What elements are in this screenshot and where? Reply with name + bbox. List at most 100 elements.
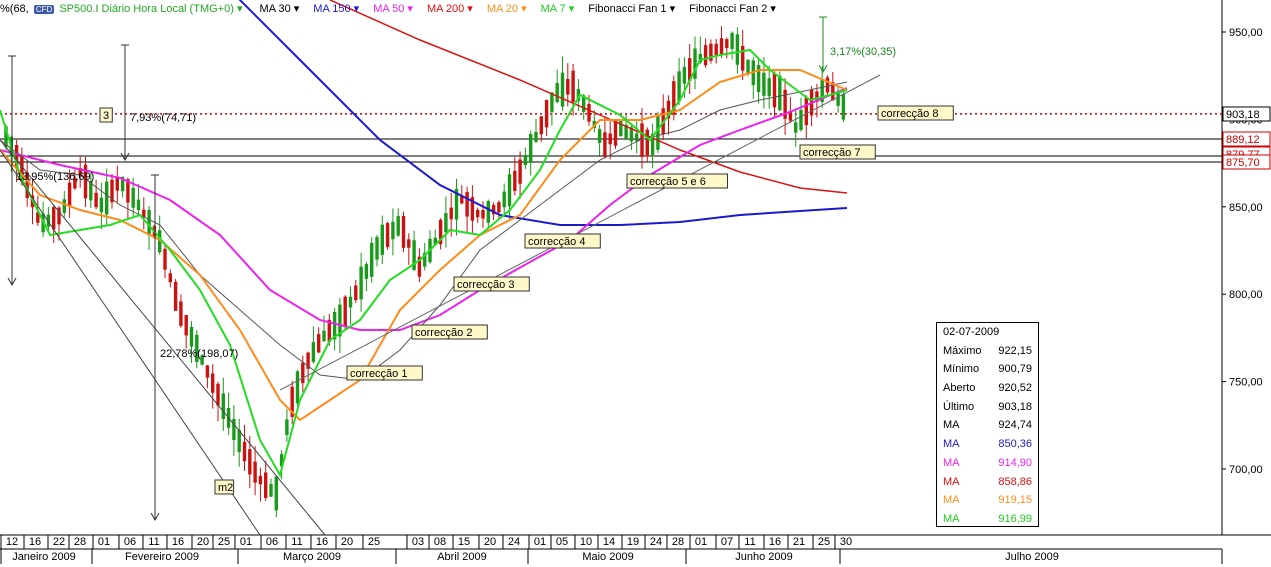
candle-body xyxy=(242,441,247,462)
toolbar-prefix: %(68, xyxy=(0,3,29,15)
candle-body xyxy=(184,315,188,336)
annotation-label: correcção 1 xyxy=(350,368,407,380)
candle-body xyxy=(677,71,681,102)
candle-body xyxy=(94,192,98,208)
candle-body xyxy=(322,330,326,342)
candle-body xyxy=(396,216,400,236)
candle-body xyxy=(741,45,745,71)
month-label: Julho 2009 xyxy=(1005,551,1059,563)
indicator-ma-200[interactable]: MA 200 ▾ xyxy=(427,2,473,15)
candle-body xyxy=(534,131,538,142)
candle-body xyxy=(216,383,220,406)
indicator-ma-50[interactable]: MA 50 ▾ xyxy=(373,2,413,15)
info-label: Último xyxy=(943,400,975,413)
info-label: MA xyxy=(943,475,960,488)
annotation-label: correcção 8 xyxy=(881,108,938,120)
indicator-ma-20[interactable]: MA 20 ▾ xyxy=(487,2,527,15)
candle-body xyxy=(449,207,453,220)
date-tick-label: 28 xyxy=(74,536,86,548)
date-tick-label: 16 xyxy=(172,536,184,548)
candle-body xyxy=(391,221,395,240)
info-value: 924,74 xyxy=(998,419,1032,432)
date-tick-label: 16 xyxy=(769,536,781,548)
info-value: 900,79 xyxy=(998,363,1032,376)
candle-body xyxy=(407,239,411,248)
info-value: 919,15 xyxy=(998,494,1032,507)
info-row: Último 903,18 xyxy=(937,398,1038,417)
date-tick-label: 25 xyxy=(368,536,380,548)
info-label: Mínimo xyxy=(943,363,980,376)
info-value: 922,15 xyxy=(998,344,1032,357)
candle-body xyxy=(131,188,135,208)
date-tick-label: 19 xyxy=(627,536,639,548)
candle-body xyxy=(613,120,618,146)
candle-body xyxy=(444,213,448,233)
indicator-ma-7[interactable]: MA 7 ▾ xyxy=(541,2,575,15)
y-tick-label: 750,00 xyxy=(1229,377,1263,389)
date-tick-label: 10 xyxy=(580,536,592,548)
candle-body xyxy=(269,484,273,497)
y-tick-label: 700,00 xyxy=(1229,464,1263,476)
candle-body xyxy=(173,281,178,311)
cfd-logo: CFD xyxy=(33,5,55,14)
fib-fan-line-2 xyxy=(0,149,261,536)
date-tick-label: 11 xyxy=(744,536,755,548)
candle-body xyxy=(529,134,533,163)
candle-body xyxy=(730,32,734,49)
month-label: Fevereiro 2009 xyxy=(125,551,199,563)
candle-body xyxy=(348,296,353,308)
candle-body xyxy=(221,393,225,420)
candle-body xyxy=(799,109,803,131)
dropdown-arrow-icon: ▾ xyxy=(236,3,243,15)
candle-body xyxy=(295,371,300,404)
info-label: Máximo xyxy=(943,344,982,357)
annotation-text: 13,95%(136,69) xyxy=(16,171,94,183)
candle-body xyxy=(237,429,241,453)
info-row: MA 916,99 xyxy=(937,510,1038,529)
date-tick-label: 20 xyxy=(197,536,209,548)
indicator-list: MA 30 ▾ MA 150 ▾ MA 50 ▾ MA 200 ▾ MA 20 ▾ MA … xyxy=(260,2,790,15)
info-row: Mínimo 900,79 xyxy=(937,360,1038,379)
candle-body xyxy=(99,197,104,213)
date-tick-label: 06 xyxy=(124,536,136,548)
candle-body xyxy=(544,100,549,128)
candle-body xyxy=(189,326,194,347)
candle-body xyxy=(587,104,591,122)
date-tick-label: 07 xyxy=(721,536,733,548)
candle-body xyxy=(735,34,740,65)
candle-body xyxy=(211,373,215,393)
indicator-fibonacci-fan-2[interactable]: Fibonacci Fan 2 ▾ xyxy=(689,2,776,15)
month-label: Março 2009 xyxy=(283,551,341,563)
candle-body xyxy=(364,264,369,279)
info-row: MA 919,15 xyxy=(937,491,1038,510)
month-label: Abril 2009 xyxy=(437,551,487,563)
month-label: Maio 2009 xyxy=(582,551,633,563)
candle-body xyxy=(401,216,406,248)
fib-fan-line-1 xyxy=(0,139,326,536)
candle-body xyxy=(725,39,729,49)
candle-body xyxy=(603,132,607,157)
indicator-ma-150[interactable]: MA 150 ▾ xyxy=(313,2,359,15)
annotation-label: correcção 4 xyxy=(528,236,585,248)
candle-body xyxy=(804,97,808,126)
date-tick-label: 16 xyxy=(29,536,41,548)
candle-body xyxy=(597,129,602,143)
candle-body xyxy=(258,475,263,485)
date-tick-label: 01 xyxy=(98,536,110,548)
candle-body xyxy=(354,285,358,301)
indicator-ma-30[interactable]: MA 30 ▾ xyxy=(260,2,300,15)
candlestick-chart[interactable]: 950,00900,00850,00800,00750,00700,00903,… xyxy=(0,0,1271,564)
date-tick-label: 15 xyxy=(458,536,470,548)
candle-body xyxy=(486,201,490,223)
annotation-label: 3 xyxy=(103,110,109,122)
price-label: 889,12 xyxy=(1226,134,1260,146)
info-rows: Máximo 922,15 Mínimo 900,79 Aberto 920,52 Últi… xyxy=(937,342,1038,529)
date-tick-label: 11 xyxy=(148,536,159,548)
candle-body xyxy=(375,237,379,260)
indicator-fibonacci-fan-1[interactable]: Fibonacci Fan 1 ▾ xyxy=(588,2,675,15)
date-tick-label: 22 xyxy=(53,536,65,548)
symbol-label[interactable]: SP500.I Diário Hora Local (TMG+0) ▾ xyxy=(59,2,242,15)
candle-body xyxy=(836,92,840,106)
candle-body xyxy=(497,202,501,213)
info-row: MA 914,90 xyxy=(937,454,1038,473)
